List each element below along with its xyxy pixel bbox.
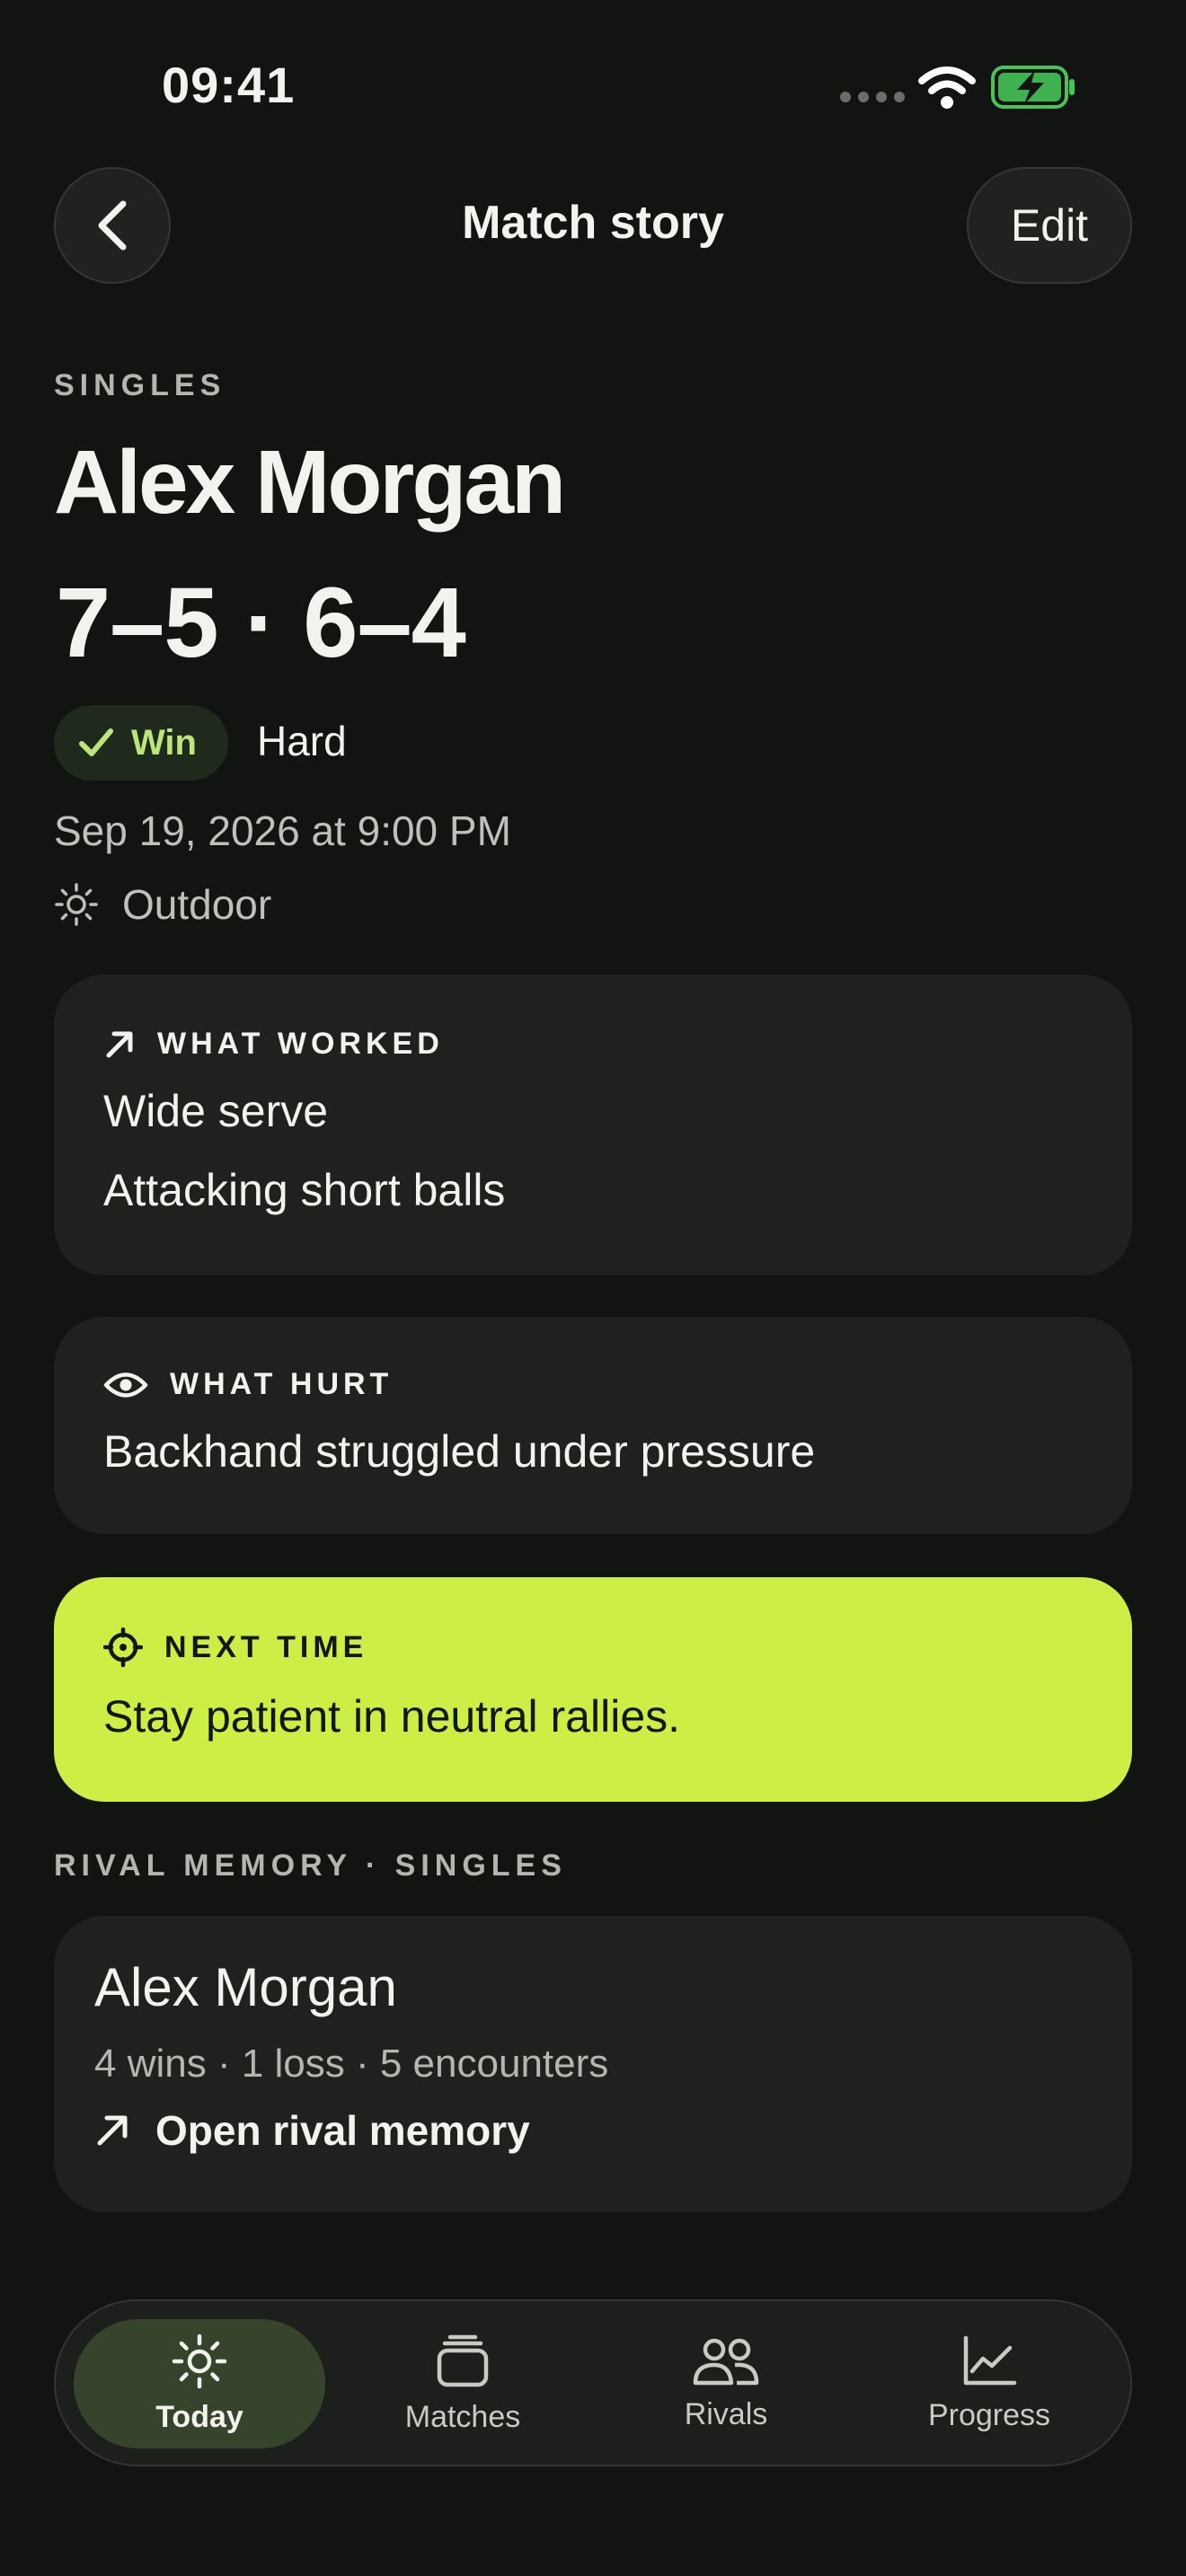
next-time-label: NEXT TIME: [164, 1629, 368, 1664]
tab-bar: Today Matches Rivals Progress: [54, 2299, 1132, 2466]
checkmark-icon: [79, 728, 113, 756]
what-hurt-card: WHAT HURT Backhand struggled under press…: [54, 1317, 1132, 1534]
rival-memory-section-label: RIVAL MEMORY · SINGLES: [54, 1848, 567, 1883]
tab-progress-label: Progress: [927, 2397, 1051, 2432]
sun-icon: [55, 883, 98, 926]
open-rival-memory-link[interactable]: Open rival memory: [94, 2106, 1092, 2155]
rival-name: Alex Morgan: [94, 1957, 397, 2017]
what-worked-header: WHAT WORKED: [103, 1027, 1083, 1062]
tab-rivals[interactable]: Rivals: [600, 2319, 852, 2448]
sun-icon: [172, 2333, 227, 2388]
what-hurt-header: WHAT HURT: [103, 1367, 1083, 1402]
tab-progress[interactable]: Progress: [863, 2319, 1115, 2448]
what-worked-label: WHAT WORKED: [157, 1027, 444, 1061]
wifi-icon: [918, 66, 976, 109]
what-worked-item: Wide serve: [103, 1086, 329, 1136]
match-datetime: Sep 19, 2026 at 9:00 PM: [54, 807, 511, 854]
stack-icon: [437, 2334, 489, 2386]
tab-rivals-label: Rivals: [684, 2396, 768, 2431]
result-badge: Win: [54, 705, 228, 781]
opponent-name: Alex Morgan: [54, 432, 566, 533]
what-worked-card: WHAT WORKED Wide serve Attacking short b…: [54, 975, 1132, 1275]
arrow-up-right-icon: [106, 1031, 133, 1057]
rival-memory-card[interactable]: Alex Morgan 4 wins · 1 loss · 5 encounte…: [54, 1916, 1132, 2212]
tab-matches[interactable]: Matches: [337, 2319, 589, 2448]
status-time: 09:41: [162, 57, 296, 113]
tab-today[interactable]: Today: [74, 2319, 325, 2448]
tab-today-label: Today: [155, 2399, 243, 2434]
signal-icon: [840, 92, 905, 102]
surface-label: Hard: [257, 718, 347, 764]
people-icon: [693, 2338, 759, 2385]
chart-icon: [963, 2335, 1017, 2385]
rival-record: 4 wins · 1 loss · 5 encounters: [94, 2042, 609, 2086]
eye-icon: [103, 1372, 148, 1398]
conditions-label: Outdoor: [122, 881, 272, 928]
what-hurt-item: Backhand struggled under pressure: [103, 1426, 816, 1477]
match-type-label: SINGLES: [54, 368, 226, 402]
edit-button[interactable]: Edit: [967, 167, 1132, 284]
what-hurt-label: WHAT HURT: [170, 1367, 394, 1401]
battery-charging-icon: [991, 66, 1075, 109]
next-time-header: NEXT TIME: [103, 1628, 1083, 1667]
arrow-up-right-icon: [97, 2115, 128, 2146]
tab-matches-label: Matches: [404, 2399, 521, 2434]
result-label: Win: [131, 722, 197, 763]
next-time-card: NEXT TIME Stay patient in neutral rallie…: [54, 1577, 1132, 1802]
next-time-text: Stay patient in neutral rallies.: [103, 1691, 681, 1742]
open-rival-memory-label: Open rival memory: [155, 2107, 530, 2154]
conditions-row: Outdoor: [54, 880, 271, 929]
crosshair-icon: [103, 1628, 143, 1667]
match-score: 7–5 · 6–4: [56, 568, 466, 678]
what-worked-item: Attacking short balls: [103, 1165, 506, 1215]
